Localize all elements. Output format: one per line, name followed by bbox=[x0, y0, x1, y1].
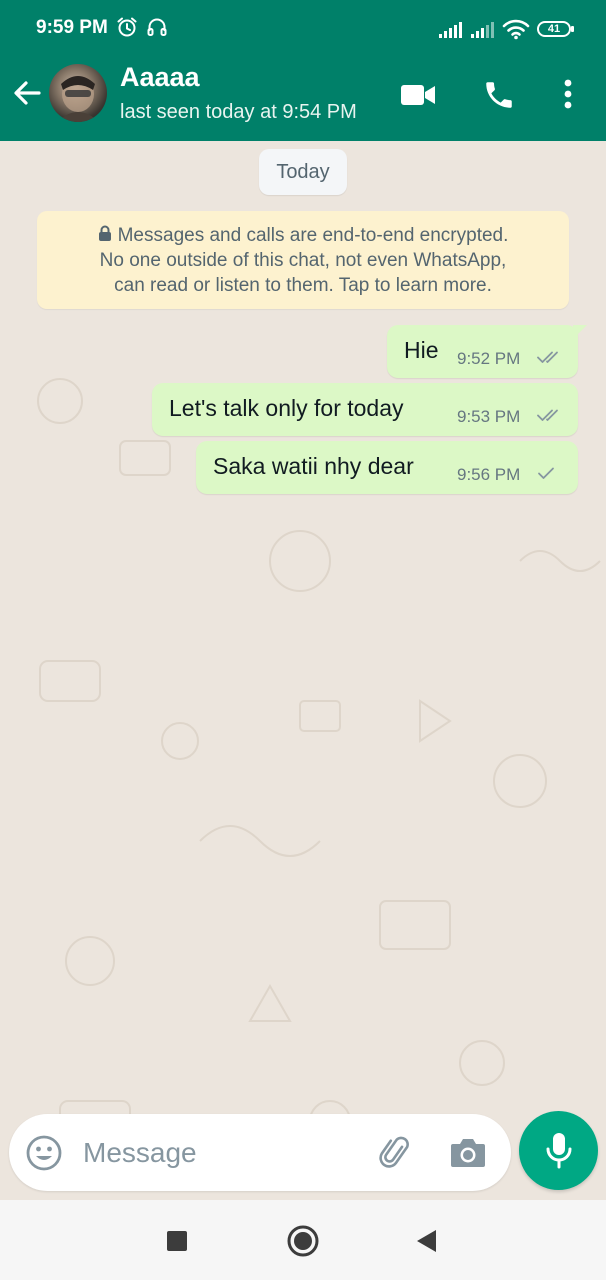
video-call-icon[interactable] bbox=[400, 83, 436, 107]
emoji-icon[interactable] bbox=[25, 1134, 63, 1172]
encryption-notice-line2: No one outside of this chat, not even Wh… bbox=[99, 250, 507, 271]
signal-icon bbox=[439, 22, 462, 38]
read-receipt-icon bbox=[537, 409, 558, 421]
message-composer bbox=[9, 1114, 511, 1191]
date-chip: Today bbox=[259, 149, 347, 195]
status-bar: 9:59 PM 41 bbox=[0, 0, 606, 60]
headphones-icon bbox=[147, 18, 167, 36]
status-time: 9:59 PM bbox=[36, 17, 108, 38]
message-time: 9:52 PM bbox=[457, 349, 521, 368]
outgoing-message[interactable]: Let's talk only for today 9:53 PM bbox=[152, 383, 578, 436]
more-options-icon[interactable] bbox=[560, 78, 576, 110]
outgoing-message[interactable]: Hie 9:52 PM bbox=[387, 325, 587, 378]
voice-call-icon[interactable] bbox=[482, 78, 516, 112]
bubble-tail bbox=[573, 325, 587, 339]
attach-icon[interactable] bbox=[377, 1134, 415, 1172]
avatar[interactable] bbox=[49, 64, 107, 122]
signal-icon bbox=[471, 22, 494, 38]
mic-icon bbox=[546, 1133, 572, 1169]
read-receipt-icon bbox=[537, 351, 558, 363]
back-nav-icon[interactable] bbox=[414, 1228, 438, 1254]
wifi-icon bbox=[502, 19, 530, 40]
message-time: 9:56 PM bbox=[457, 465, 521, 484]
system-nav-bar bbox=[0, 1200, 606, 1280]
last-seen-status[interactable]: last seen today at 9:54 PM bbox=[120, 101, 357, 124]
sent-tick-icon bbox=[538, 467, 554, 479]
recent-apps-icon[interactable] bbox=[166, 1230, 188, 1252]
message-text: Let's talk only for today bbox=[169, 395, 404, 421]
lock-icon bbox=[98, 225, 111, 241]
chat-header: 9:59 PM 41 Aaaaa last seen today at 9:54… bbox=[0, 0, 606, 141]
chat-area[interactable]: Today Messages and calls are end-to-end … bbox=[0, 141, 606, 1200]
home-icon[interactable] bbox=[286, 1224, 320, 1258]
outgoing-message[interactable]: Saka watii nhy dear 9:56 PM bbox=[196, 441, 578, 494]
alarm-icon bbox=[117, 17, 137, 37]
contact-name[interactable]: Aaaaa bbox=[120, 62, 200, 93]
encryption-notice[interactable]: Messages and calls are end-to-end encryp… bbox=[37, 211, 569, 309]
camera-icon[interactable] bbox=[449, 1135, 487, 1169]
message-time: 9:53 PM bbox=[457, 407, 521, 426]
message-input[interactable] bbox=[81, 1130, 365, 1176]
mic-button[interactable] bbox=[519, 1111, 598, 1190]
encryption-notice-line1: Messages and calls are end-to-end encryp… bbox=[117, 225, 509, 246]
encryption-notice-line3: can read or listen to them. Tap to learn… bbox=[114, 275, 492, 296]
message-text: Saka watii nhy dear bbox=[213, 453, 414, 479]
message-text: Hie bbox=[404, 337, 439, 363]
back-arrow-icon[interactable] bbox=[10, 76, 44, 110]
avatar-photo bbox=[57, 76, 99, 122]
battery-icon: 41 bbox=[537, 21, 574, 37]
